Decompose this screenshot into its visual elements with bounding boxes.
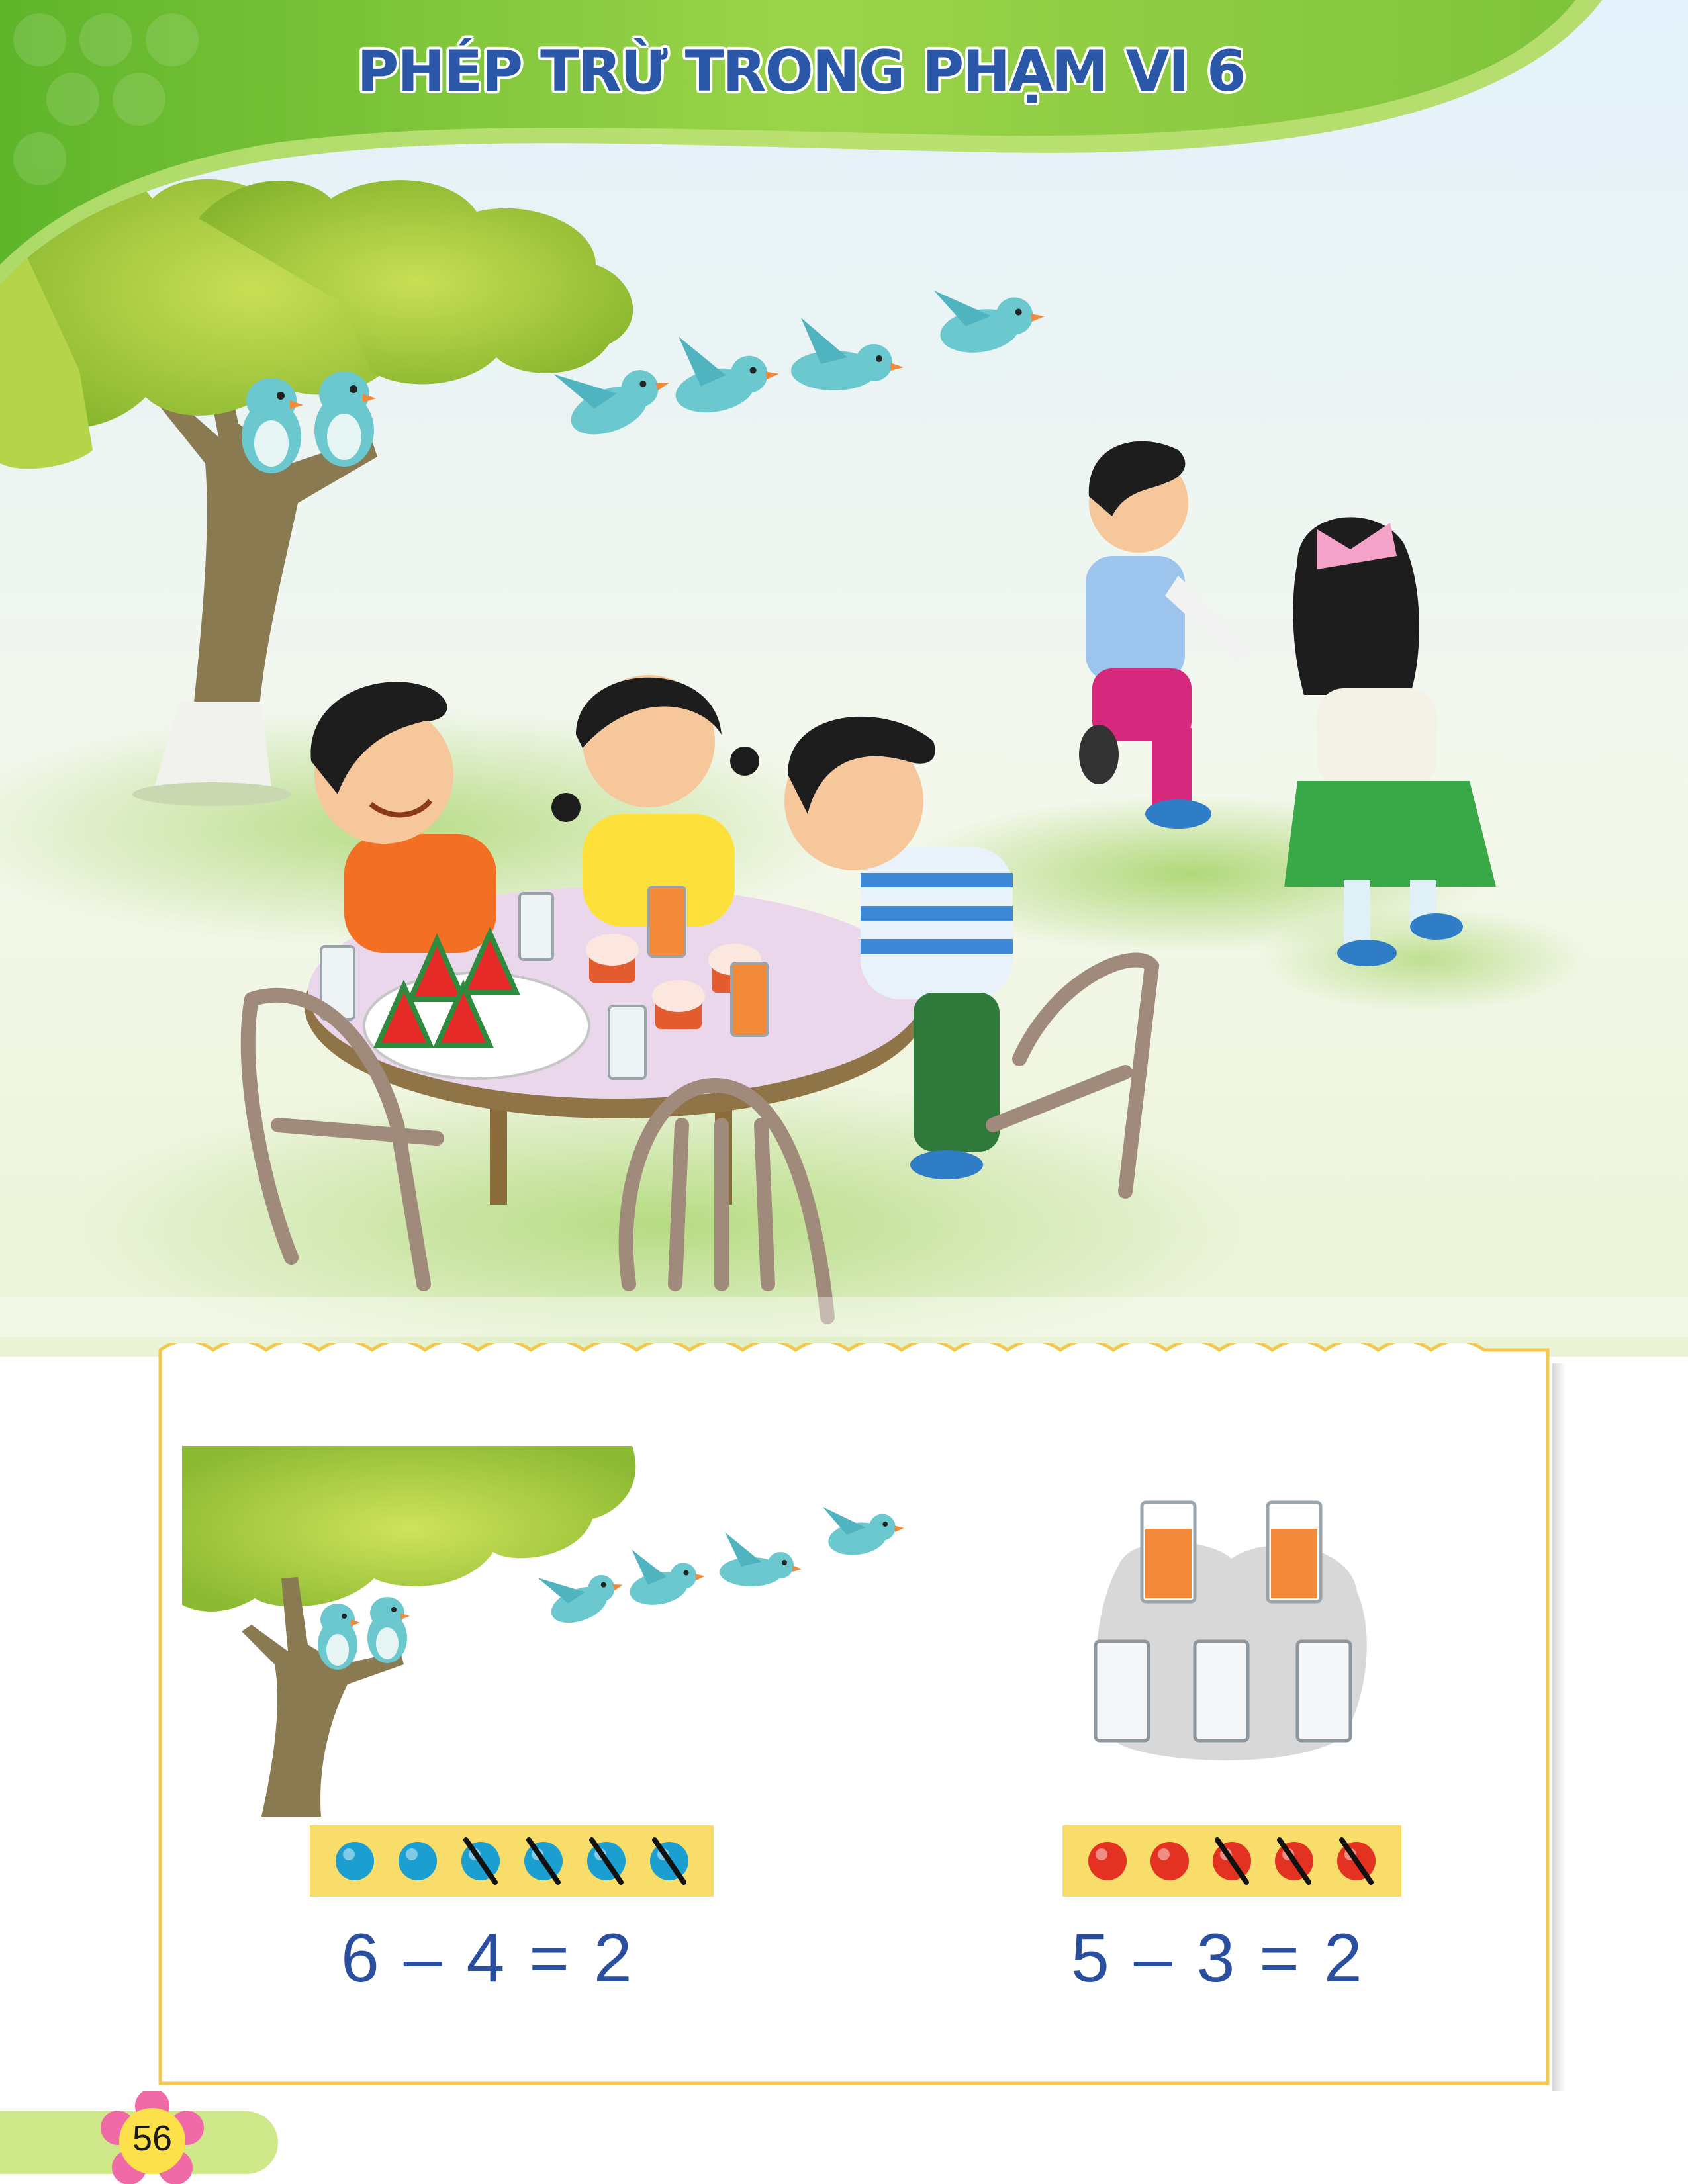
glass-icon (1193, 1639, 1250, 1743)
glass-icon (1266, 1500, 1323, 1604)
counter-dot (399, 1842, 437, 1880)
counter-dot (336, 1842, 374, 1880)
counter-dot-crossed (524, 1837, 563, 1885)
bird-icon (318, 1604, 360, 1670)
bird-icon (822, 1506, 904, 1555)
bird-icon (630, 1549, 705, 1605)
birds-picture (182, 1446, 904, 1817)
textbook-page: PHÉP TRỪ TRONG PHẠM VI 6 6 – 4 = 2 5 – 3… (0, 0, 1688, 2184)
counter-dot-crossed (650, 1837, 688, 1885)
bird-icon (720, 1532, 802, 1586)
counter-dot-crossed (587, 1837, 626, 1885)
equation-left: 6 – 4 = 2 (341, 1920, 635, 1997)
counter-bar-right (1062, 1825, 1401, 1897)
bird-icon (367, 1597, 410, 1663)
page-number: 56 (132, 2118, 173, 2158)
equation-right: 5 – 3 = 2 (1071, 1920, 1365, 1997)
counter-dot-crossed (1275, 1837, 1313, 1885)
counter-dot-crossed (461, 1837, 500, 1885)
bird-icon (242, 378, 303, 473)
glass-icon (1295, 1639, 1352, 1743)
counter-dot (1150, 1842, 1189, 1880)
counter-dot-crossed (1213, 1837, 1251, 1885)
frame-shadow (1552, 1363, 1566, 2091)
bird-icon (538, 1575, 623, 1623)
counters-left (336, 1837, 688, 1885)
bird-icon (314, 371, 376, 467)
counters-right (1088, 1837, 1376, 1885)
counter-dot (1088, 1842, 1127, 1880)
tree-icon (182, 1446, 636, 1817)
counter-bar-left (310, 1825, 714, 1897)
glasses-picture (1094, 1500, 1367, 1760)
page-title: PHÉP TRỪ TRONG PHẠM VI 6 (357, 38, 1246, 105)
counter-dot-crossed (1337, 1837, 1376, 1885)
glass-icon (1140, 1500, 1197, 1604)
glass-icon (1094, 1639, 1150, 1743)
